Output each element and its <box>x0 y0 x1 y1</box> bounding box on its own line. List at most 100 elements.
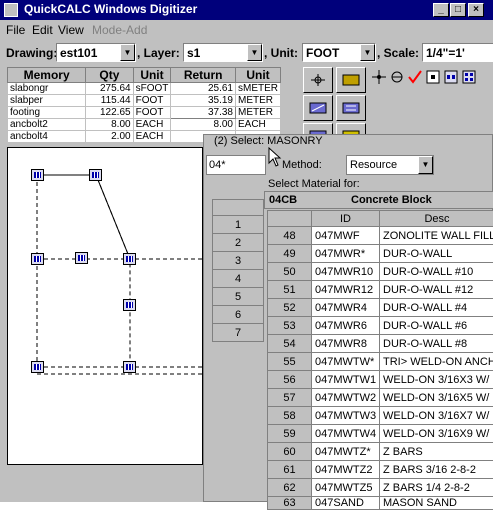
id-cell[interactable]: 047MWR6 <box>312 317 380 335</box>
menu-file[interactable]: File <box>6 23 25 37</box>
search-input[interactable]: 04* <box>206 155 266 175</box>
two-point-icon[interactable] <box>444 70 458 84</box>
drawing-node[interactable] <box>89 169 102 181</box>
id-cell[interactable]: 047MWF <box>312 227 380 245</box>
crosshair-icon[interactable] <box>372 70 386 84</box>
table-row[interactable]: 63047SANDMASON SAND <box>268 497 493 510</box>
table-row[interactable]: 55047MWTW*TRI> WELD-ON ANCH <box>268 353 493 371</box>
table-row[interactable]: 54047MWR8DUR-O-WALL #8 <box>268 335 493 353</box>
node-tool-button[interactable] <box>303 67 333 93</box>
drawing-node[interactable] <box>31 361 44 373</box>
id-cell[interactable]: 047MWTW1 <box>312 371 380 389</box>
id-cell[interactable]: 047MWTW4 <box>312 425 380 443</box>
table-row[interactable]: 56047MWTW1WELD-ON 3/16X3 W/ <box>268 371 493 389</box>
drawing-node[interactable] <box>123 299 136 311</box>
chevron-down-icon[interactable]: ▼ <box>120 44 135 61</box>
id-cell[interactable]: 047MWR10 <box>312 263 380 281</box>
table-row[interactable]: 51047MWR12DUR-O-WALL #12 <box>268 281 493 299</box>
list-item[interactable]: 1 <box>213 216 264 234</box>
desc-cell[interactable]: TRI> WELD-ON ANCH <box>380 353 493 371</box>
count-tool-button[interactable] <box>336 95 366 121</box>
desc-header[interactable]: Desc <box>380 211 493 227</box>
area-tool-button[interactable] <box>336 67 366 93</box>
desc-cell[interactable]: WELD-ON 3/16X7 W/ <box>380 407 493 425</box>
layer-select[interactable]: s1 ▼ <box>183 43 263 62</box>
method-select[interactable]: Resource ▼ <box>346 155 434 175</box>
table-row[interactable]: 53047MWR6DUR-O-WALL #6 <box>268 317 493 335</box>
table-row[interactable]: slabongr 275.64 sFOOT 25.61 sMETER <box>8 83 281 95</box>
checkmark-icon[interactable] <box>408 70 422 84</box>
scale-select[interactable]: 1/4"=1' <box>422 43 493 62</box>
close-button[interactable]: × <box>468 3 484 17</box>
return-unit-header[interactable]: Unit <box>235 68 280 83</box>
desc-cell[interactable]: DUR-O-WALL #6 <box>380 317 493 335</box>
qty-header[interactable]: Qty <box>86 68 133 83</box>
unit-cell[interactable]: sFOOT <box>133 83 171 95</box>
drawing-node[interactable] <box>75 252 88 264</box>
list-item[interactable]: 4 <box>213 270 264 288</box>
memory-cell[interactable]: footing <box>8 107 86 119</box>
list-item[interactable]: 6 <box>213 306 264 324</box>
id-cell[interactable]: 047MWTW3 <box>312 407 380 425</box>
id-cell[interactable]: 047MWTW2 <box>312 389 380 407</box>
desc-cell[interactable]: DUR-O-WALL #10 <box>380 263 493 281</box>
id-cell[interactable]: 047MWR12 <box>312 281 380 299</box>
drawing-canvas[interactable] <box>7 147 203 465</box>
desc-cell[interactable]: ZONOLITE WALL FILL <box>380 227 493 245</box>
app-icon[interactable] <box>4 3 18 17</box>
return-unit-cell[interactable]: METER <box>235 95 280 107</box>
unit-cell[interactable]: EACH <box>133 119 171 131</box>
table-row[interactable]: slabper 115.44 FOOT 35.19 METER <box>8 95 281 107</box>
memory-cell[interactable]: slabper <box>8 95 86 107</box>
id-cell[interactable]: 047MWTZ2 <box>312 461 380 479</box>
grid-points-icon[interactable] <box>462 70 476 84</box>
table-row[interactable]: 57047MWTW2WELD-ON 3/16X5 W/ <box>268 389 493 407</box>
id-header[interactable]: ID <box>312 211 380 227</box>
desc-cell[interactable]: DUR-O-WALL #4 <box>380 299 493 317</box>
desc-cell[interactable]: WELD-ON 3/16X3 W/ <box>380 371 493 389</box>
return-unit-cell[interactable]: EACH <box>235 119 280 131</box>
menu-view[interactable]: View <box>58 23 84 37</box>
table-row[interactable]: 58047MWTW3WELD-ON 3/16X7 W/ <box>268 407 493 425</box>
chevron-down-icon[interactable]: ▼ <box>247 44 262 61</box>
memory-header[interactable]: Memory <box>8 68 86 83</box>
maximize-button[interactable]: □ <box>450 3 466 17</box>
id-cell[interactable]: 047MWR8 <box>312 335 380 353</box>
table-row[interactable]: 50047MWR10DUR-O-WALL #10 <box>268 263 493 281</box>
return-unit-cell[interactable]: sMETER <box>235 83 280 95</box>
id-cell[interactable]: 047MWTZ* <box>312 443 380 461</box>
theta-icon[interactable] <box>390 70 404 84</box>
desc-cell[interactable]: Z BARS <box>380 443 493 461</box>
table-row[interactable]: 49047MWR*DUR-O-WALL <box>268 245 493 263</box>
qty-cell[interactable]: 115.44 <box>86 95 133 107</box>
box-point-icon[interactable] <box>426 70 440 84</box>
unit-select[interactable]: FOOT ▼ <box>302 43 376 62</box>
minimize-button[interactable]: _ <box>433 3 449 17</box>
return-cell[interactable]: 8.00 <box>171 119 236 131</box>
desc-cell[interactable]: DUR-O-WALL #12 <box>380 281 493 299</box>
unit-cell[interactable]: FOOT <box>133 107 171 119</box>
drawing-node[interactable] <box>31 169 44 181</box>
desc-cell[interactable]: WELD-ON 3/16X5 W/ <box>380 389 493 407</box>
desc-cell[interactable]: MASON SAND <box>380 497 493 510</box>
line-tool-button[interactable] <box>303 95 333 121</box>
id-cell[interactable]: 047MWTZ5 <box>312 479 380 497</box>
memory-cell[interactable]: slabongr <box>8 83 86 95</box>
return-header[interactable]: Return <box>171 68 236 83</box>
desc-cell[interactable]: DUR-O-WALL #8 <box>380 335 493 353</box>
desc-cell[interactable]: WELD-ON 3/16X9 W/ <box>380 425 493 443</box>
list-item[interactable]: 7 <box>213 324 264 342</box>
table-row[interactable]: 60047MWTZ*Z BARS <box>268 443 493 461</box>
desc-cell[interactable]: Z BARS 3/16 2-8-2 <box>380 461 493 479</box>
table-row[interactable]: 52047MWR4DUR-O-WALL #4 <box>268 299 493 317</box>
qty-cell[interactable]: 2.00 <box>86 131 133 143</box>
list-item[interactable]: 3 <box>213 252 264 270</box>
qty-cell[interactable]: 275.64 <box>86 83 133 95</box>
desc-cell[interactable]: Z BARS 1/4 2-8-2 <box>380 479 493 497</box>
id-cell[interactable]: 047MWTW* <box>312 353 380 371</box>
table-row[interactable]: footing 122.65 FOOT 37.38 METER <box>8 107 281 119</box>
qty-cell[interactable]: 8.00 <box>86 119 133 131</box>
return-cell[interactable]: 35.19 <box>171 95 236 107</box>
chevron-down-icon[interactable]: ▼ <box>360 44 375 61</box>
id-cell[interactable]: 047SAND <box>312 497 380 510</box>
